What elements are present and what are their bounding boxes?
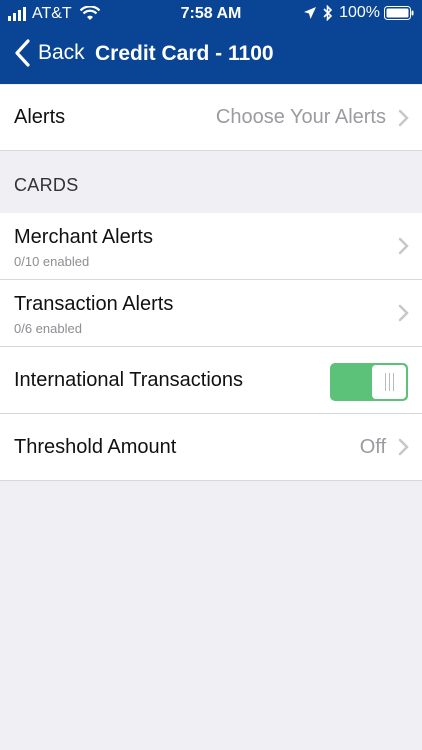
threshold-amount-label: Threshold Amount (14, 436, 177, 458)
toggle-knob (372, 365, 406, 399)
chevron-right-icon (398, 304, 409, 322)
international-transactions-toggle[interactable] (330, 363, 408, 401)
back-label: Back (38, 41, 85, 64)
chevron-right-icon (398, 237, 409, 255)
navigation-bar: Back Credit Card - 1100 (0, 30, 422, 82)
chevron-left-icon (15, 39, 30, 67)
alerts-value: Choose Your Alerts (215, 106, 386, 128)
battery-percent: 100% (339, 4, 380, 21)
international-transactions-label: International Transactions (14, 369, 244, 391)
page-title: Credit Card - 1100 (95, 42, 274, 65)
alerts-label: Alerts (14, 106, 66, 128)
merchant-alerts-row[interactable]: Merchant Alerts 0/10 enabled (0, 213, 422, 280)
location-arrow-icon (304, 7, 317, 19)
merchant-alerts-label: Merchant Alerts (14, 226, 153, 248)
merchant-alerts-count: 0/10 enabled (14, 254, 90, 269)
chevron-right-icon (398, 109, 409, 127)
transaction-alerts-label: Transaction Alerts (14, 293, 174, 315)
threshold-amount-row[interactable]: Threshold Amount Off (0, 414, 422, 481)
status-bar: AT&T 7:58 AM 100% (0, 0, 422, 28)
alerts-row[interactable]: Alerts Choose Your Alerts (0, 85, 422, 151)
transaction-alerts-row[interactable]: Transaction Alerts 0/6 enabled (0, 280, 422, 347)
transaction-alerts-count: 0/6 enabled (14, 321, 82, 336)
top-bar: AT&T 7:58 AM 100% Back Credit Card - 110… (0, 0, 422, 84)
battery-icon (384, 6, 414, 20)
status-right: 100% (303, 4, 414, 22)
bluetooth-icon (323, 5, 333, 21)
section-header-cards: CARDS (14, 175, 79, 195)
chevron-right-icon (398, 438, 409, 456)
threshold-amount-value: Off (359, 436, 386, 458)
back-button[interactable]: Back (12, 38, 85, 68)
